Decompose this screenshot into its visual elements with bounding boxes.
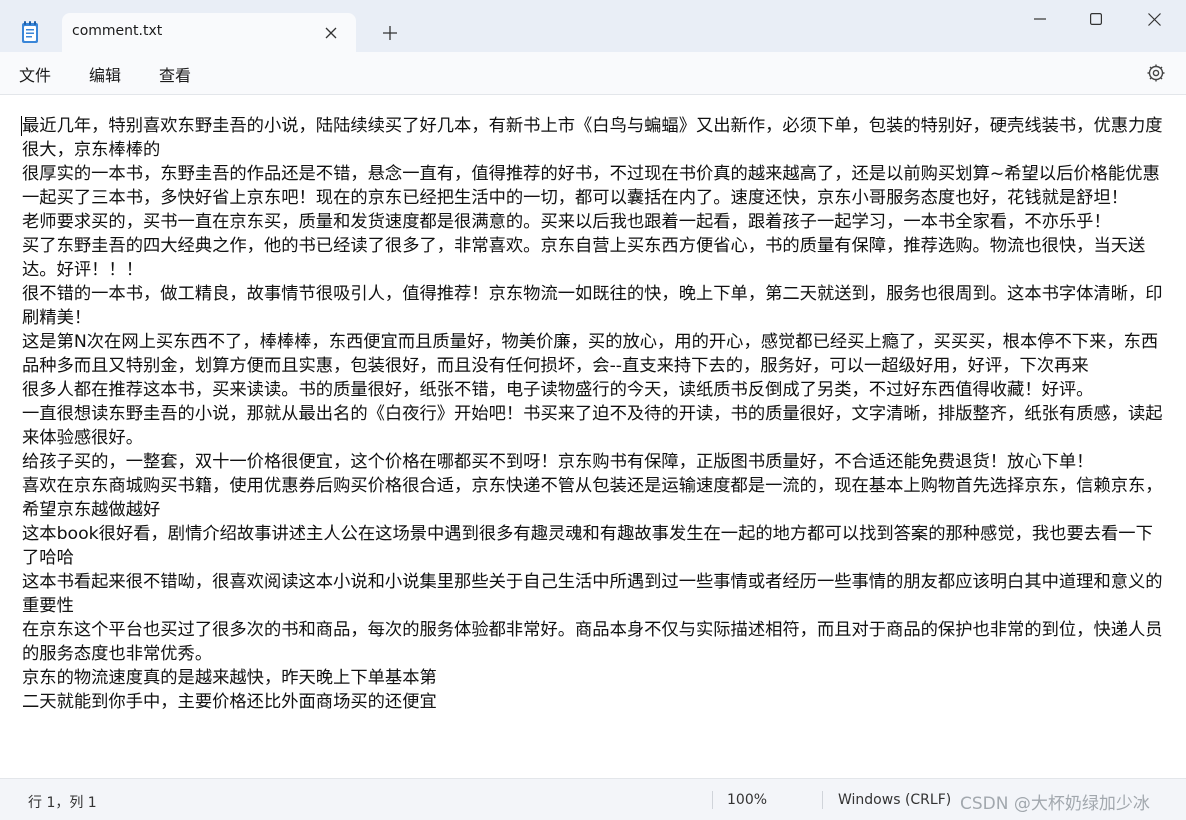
minimize-icon[interactable] — [1017, 0, 1063, 38]
status-divider — [822, 791, 823, 809]
tab-comment-txt[interactable]: comment.txt — [62, 13, 356, 52]
watermark: CSDN @大杯奶绿加少冰 — [960, 794, 1150, 814]
status-divider — [712, 791, 713, 809]
notepad-icon — [20, 20, 40, 44]
title-bar: comment.txt — [0, 0, 1186, 52]
plus-icon[interactable] — [375, 20, 405, 46]
menu-file[interactable]: 文件 — [19, 62, 51, 86]
close-icon[interactable] — [1131, 0, 1177, 38]
status-bar: 行 1，列 1 100% Windows (CRLF) CSDN @大杯奶绿加少… — [0, 778, 1186, 820]
close-icon[interactable] — [318, 21, 344, 45]
tab-title: comment.txt — [72, 23, 163, 39]
cursor-position: 行 1，列 1 — [28, 795, 97, 811]
menu-bar: 文件 编辑 查看 — [0, 52, 1186, 95]
text-editor[interactable]: 最近几年，特别喜欢东野圭吾的小说，陆陆续续买了好几本，有新书上市《白鸟与蝙蝠》又… — [0, 95, 1186, 778]
menu-view[interactable]: 查看 — [159, 62, 191, 86]
menu-edit[interactable]: 编辑 — [89, 62, 121, 86]
line-ending[interactable]: Windows (CRLF) — [838, 792, 951, 808]
maximize-icon[interactable] — [1073, 0, 1119, 38]
zoom-level[interactable]: 100% — [727, 792, 767, 808]
editor-content[interactable]: 最近几年，特别喜欢东野圭吾的小说，陆陆续续买了好几本，有新书上市《白鸟与蝙蝠》又… — [22, 114, 1168, 714]
gear-icon[interactable] — [1144, 61, 1168, 85]
